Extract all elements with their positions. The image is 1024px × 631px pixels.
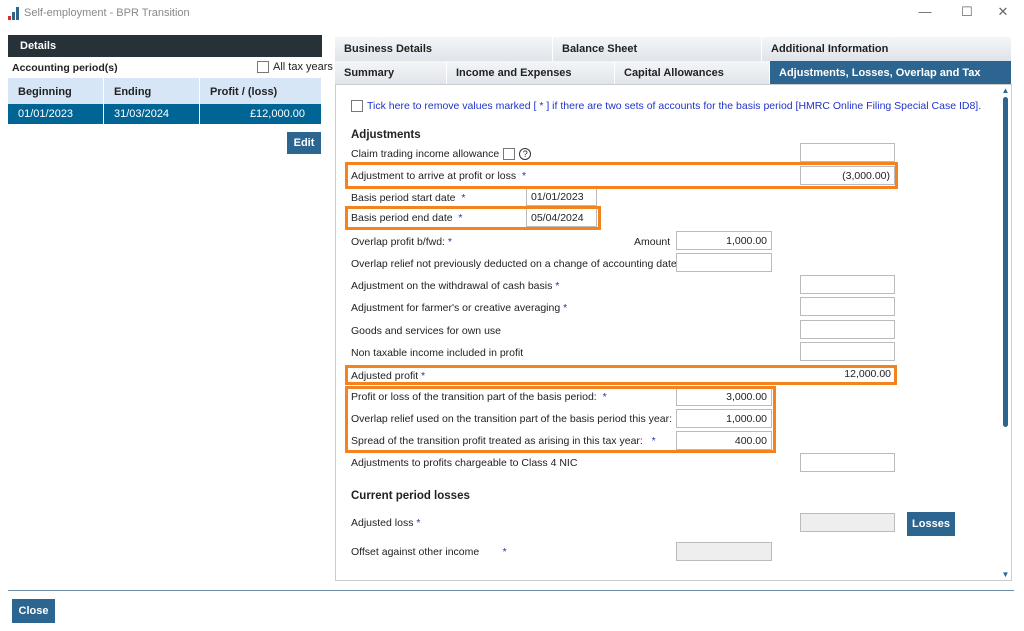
help-icon[interactable]: ?: [519, 148, 532, 160]
edit-button[interactable]: Edit: [287, 132, 321, 154]
offset-input: [676, 542, 772, 561]
start-date-label: Basis period start date: [351, 192, 456, 204]
divider: [8, 590, 1014, 591]
highlight-end-date: [345, 206, 601, 230]
required-marker: *: [563, 302, 568, 314]
tab-balance-sheet[interactable]: Balance Sheet: [553, 37, 762, 61]
all-tax-years-checkbox[interactable]: All tax years: [257, 61, 333, 73]
details-header: Details: [8, 35, 322, 57]
overlap-relief-label: Overlap relief not previously deducted o…: [351, 258, 677, 270]
checkbox[interactable]: [257, 61, 269, 73]
table-row-cell[interactable]: 31/03/2024: [104, 104, 200, 124]
tab-business-details[interactable]: Business Details: [335, 37, 553, 61]
special-case-link[interactable]: Tick here to remove values marked [ * ] …: [367, 100, 981, 112]
withdrawal-label: Adjustment on the withdrawal of cash bas…: [351, 280, 553, 292]
losses-button[interactable]: Losses: [907, 512, 955, 536]
table-row-cell[interactable]: 01/01/2023: [8, 104, 104, 124]
column-header-profit[interactable]: Profit / (loss): [200, 78, 322, 104]
required-marker: *: [447, 236, 452, 248]
required-marker: *: [461, 192, 466, 204]
offset-label: Offset against other income: [351, 546, 480, 558]
column-header-beginning[interactable]: Beginning: [8, 78, 104, 104]
overlap-relief-input[interactable]: [676, 253, 772, 272]
tab-capital-allowances[interactable]: Capital Allowances: [615, 61, 770, 85]
tab-additional-information[interactable]: Additional Information: [762, 37, 1012, 61]
minimize-button[interactable]: —: [915, 4, 935, 22]
required-marker: *: [555, 280, 560, 292]
amount-label: Amount: [634, 236, 671, 248]
goods-input[interactable]: [800, 320, 895, 339]
required-marker: *: [502, 546, 507, 558]
highlight-adjusted-profit: [345, 365, 897, 385]
scrollbar[interactable]: ▲ ▼: [1000, 86, 1011, 579]
adjustments-heading: Adjustments: [351, 129, 421, 141]
claim-allowance-checkbox[interactable]: [503, 148, 516, 160]
farmer-label: Adjustment for farmer's or creative aver…: [351, 302, 561, 314]
adjusted-loss-label: Adjusted loss: [351, 517, 414, 529]
class4-label: Adjustments to profits chargeable to Cla…: [351, 457, 578, 469]
claim-allowance-input[interactable]: [800, 143, 895, 162]
withdrawal-input[interactable]: [800, 275, 895, 294]
window-title: Self-employment - BPR Transition: [24, 7, 190, 19]
table-row-cell[interactable]: £12,000.00: [200, 104, 322, 124]
highlight-transition: [345, 386, 776, 453]
close-window-button[interactable]: ✕: [993, 4, 1013, 22]
close-button[interactable]: Close: [12, 599, 55, 623]
special-case-checkbox[interactable]: [351, 100, 363, 112]
nontaxable-input[interactable]: [800, 342, 895, 361]
scrollbar-thumb[interactable]: [1003, 97, 1008, 427]
goods-label: Goods and services for own use: [351, 325, 501, 337]
claim-allowance-label: Claim trading income allowance: [351, 148, 500, 160]
column-header-ending[interactable]: Ending: [104, 78, 200, 104]
required-marker: *: [416, 517, 421, 529]
overlap-amount-input[interactable]: 1,000.00: [676, 231, 772, 250]
nontaxable-label: Non taxable income included in profit: [351, 347, 524, 359]
current-losses-heading: Current period losses: [351, 490, 470, 502]
maximize-button[interactable]: ☐: [957, 4, 977, 22]
tab-summary[interactable]: Summary: [335, 61, 447, 85]
all-tax-years-label: All tax years: [273, 61, 333, 73]
tab-income-expenses[interactable]: Income and Expenses: [447, 61, 615, 85]
start-date-input[interactable]: 01/01/2023: [526, 187, 597, 206]
farmer-input[interactable]: [800, 297, 895, 316]
overlap-label: Overlap profit b/fwd:: [351, 236, 445, 248]
adjusted-loss-input: [800, 513, 895, 532]
highlight-adjustment: [345, 162, 898, 189]
tab-adjustments-losses[interactable]: Adjustments, Losses, Overlap and Tax: [770, 61, 1012, 85]
accounting-periods-label: Accounting period(s): [12, 62, 118, 74]
app-logo-icon: [8, 6, 22, 20]
class4-input[interactable]: [800, 453, 895, 472]
